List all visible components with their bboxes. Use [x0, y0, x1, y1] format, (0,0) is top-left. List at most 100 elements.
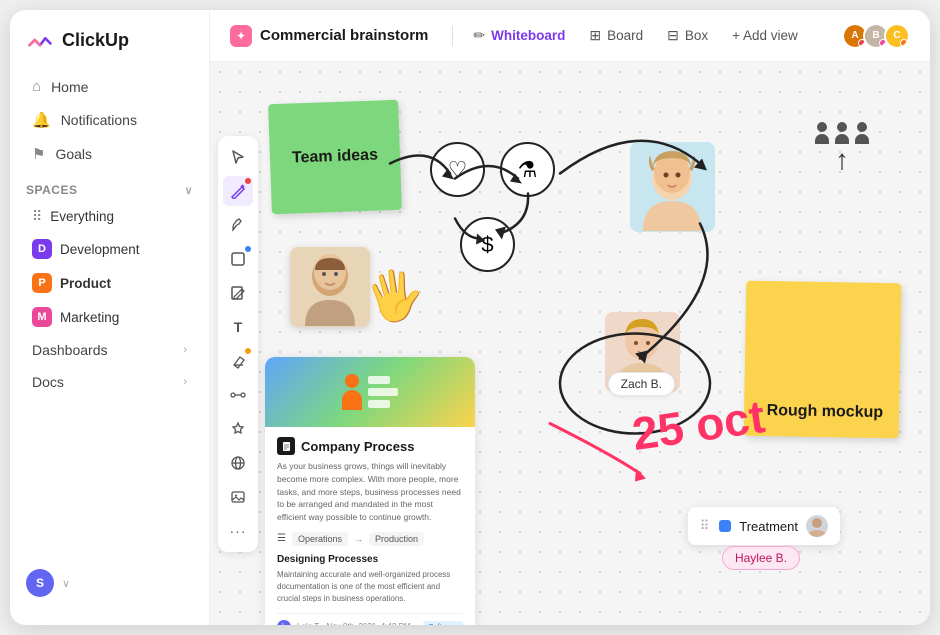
clickup-logo-icon: [26, 26, 54, 54]
development-badge: D: [32, 239, 52, 259]
marketing-badge: M: [32, 307, 52, 327]
sidebar-item-goals[interactable]: ⚑ Goals: [16, 137, 203, 171]
person-icon-1: [814, 122, 830, 144]
page-title: Commercial brainstorm: [260, 27, 428, 44]
flow-to-badge: Production: [369, 532, 424, 546]
doc-figure-line: [368, 400, 390, 408]
text-tool-button[interactable]: T: [223, 312, 253, 342]
product-badge: P: [32, 273, 52, 293]
sticky-note-team-ideas[interactable]: Team ideas: [268, 100, 402, 214]
breadcrumb-icon: ✦: [230, 25, 252, 47]
treatment-label: Treatment: [739, 519, 798, 534]
dashboards-label: Dashboards: [32, 342, 108, 358]
person-icon-3: [854, 122, 870, 144]
tab-box[interactable]: ⊟ Box: [655, 21, 720, 50]
spaces-chevron-icon[interactable]: ∨: [184, 184, 193, 197]
doc-author: Lola T.: [297, 622, 320, 625]
tab-whiteboard[interactable]: ✏ Whiteboard: [461, 21, 577, 50]
person-head-1: [817, 122, 827, 132]
sidebar-goals-label: Goals: [55, 146, 92, 162]
star-tool-button[interactable]: [223, 414, 253, 444]
collaborator-avatar-3: C: [884, 23, 910, 49]
add-view-label: + Add view: [732, 28, 798, 43]
sidebar-item-product[interactable]: P Product: [16, 266, 203, 300]
date-annotation: 25 oct: [629, 393, 767, 457]
flow-from-badge: Operations: [292, 532, 348, 546]
app-container: ClickUp ⌂ Home 🔔 Notifications ⚑ Goals S…: [10, 10, 930, 625]
document-card[interactable]: Company Process As your business grows, …: [265, 357, 475, 625]
sidebar-logo[interactable]: ClickUp: [10, 26, 209, 70]
eraser-tool-button[interactable]: [223, 346, 253, 376]
grid-icon: ⠿: [32, 208, 42, 225]
doc-card-body: As your business grows, things will inev…: [277, 460, 463, 524]
flow-icon: ☰: [277, 533, 286, 544]
sidebar-marketing-label: Marketing: [60, 310, 119, 325]
pencil-tool-button[interactable]: [223, 210, 253, 240]
home-icon: ⌂: [32, 78, 41, 95]
user-chevron-icon[interactable]: ∨: [62, 577, 70, 590]
doc-section-title: Designing Processes: [277, 554, 463, 565]
whiteboard-canvas[interactable]: T ···: [210, 62, 930, 625]
treatment-card[interactable]: ⠿ Treatment: [688, 507, 840, 545]
shape-tool-indicator: [245, 246, 251, 252]
doc-card-image: [265, 357, 475, 427]
doc-figure-head: [345, 374, 359, 388]
person-head-2: [837, 122, 847, 132]
doc-author-avatar: L: [277, 620, 291, 625]
draw-tool-button[interactable]: [223, 176, 253, 206]
add-view-button[interactable]: + Add view: [720, 22, 810, 49]
sidebar-item-dashboards[interactable]: Dashboards ›: [16, 334, 203, 366]
sidebar-bottom: S ∨: [10, 557, 209, 609]
doc-figure-body: [342, 390, 362, 410]
draw-tool-indicator: [245, 178, 251, 184]
connect-tool-button[interactable]: [223, 380, 253, 410]
tab-whiteboard-label: Whiteboard: [491, 28, 565, 43]
doc-figure-person: [342, 374, 362, 410]
doc-section-body: Maintaining accurate and well-organized …: [277, 569, 463, 605]
status-dot-3: [900, 39, 908, 47]
topbar: ✦ Commercial brainstorm ✏ Whiteboard ⊞ B…: [210, 10, 930, 62]
people-row: [814, 122, 870, 144]
move-icon: ⠿: [700, 518, 710, 534]
select-tool-button[interactable]: [223, 142, 253, 172]
trophy-icon: ⚑: [32, 145, 45, 163]
collaborators-avatars: A B C: [842, 23, 910, 49]
doc-date: Nov 8th, 2021, 4:42 PM: [326, 622, 410, 625]
doc-icon: [277, 437, 295, 455]
shape-tool-button[interactable]: [223, 244, 253, 274]
sidebar-notifications-label: Notifications: [61, 112, 137, 128]
topbar-actions: A B C: [842, 23, 910, 49]
doc-flow: ☰ Operations → Production: [277, 532, 463, 546]
sidebar-item-everything[interactable]: ⠿ Everything: [16, 201, 203, 232]
sticky-note-rough-mockup[interactable]: Rough mockup: [744, 281, 902, 439]
sidebar-item-docs[interactable]: Docs ›: [16, 366, 203, 398]
board-tab-icon: ⊞: [589, 27, 601, 44]
sidebar-home-label: Home: [51, 79, 88, 95]
note-tool-button[interactable]: [223, 278, 253, 308]
dollar-circle-icon: $: [460, 217, 515, 272]
sidebar-item-development[interactable]: D Development: [16, 232, 203, 266]
person-photo-woman1: [630, 142, 715, 232]
sidebar-product-label: Product: [60, 276, 111, 291]
doc-tag: Software: [423, 621, 463, 625]
person-woman1-svg: [635, 143, 710, 231]
globe-tool-button[interactable]: [223, 448, 253, 478]
app-logo-text: ClickUp: [62, 30, 129, 51]
sidebar-item-home[interactable]: ⌂ Home: [16, 70, 203, 103]
zach-label: Zach B.: [608, 372, 675, 396]
user-avatar[interactable]: S: [26, 569, 54, 597]
more-icon: ···: [230, 523, 247, 539]
image-tool-button[interactable]: [223, 482, 253, 512]
main-content: ✦ Commercial brainstorm ✏ Whiteboard ⊞ B…: [210, 10, 930, 625]
tab-board[interactable]: ⊞ Board: [577, 21, 655, 50]
flow-arrow-icon: →: [354, 534, 363, 544]
breadcrumb: ✦ Commercial brainstorm: [230, 25, 428, 47]
more-tool-button[interactable]: ···: [223, 516, 253, 546]
sidebar-item-notifications[interactable]: 🔔 Notifications: [16, 103, 203, 137]
sidebar-item-marketing[interactable]: M Marketing: [16, 300, 203, 334]
person-icon-2: [834, 122, 850, 144]
person-body-1: [815, 134, 829, 144]
whiteboard-tab-icon: ✏: [473, 27, 485, 44]
sticky-green-text: Team ideas: [292, 147, 379, 168]
eraser-tool-indicator: [245, 348, 251, 354]
